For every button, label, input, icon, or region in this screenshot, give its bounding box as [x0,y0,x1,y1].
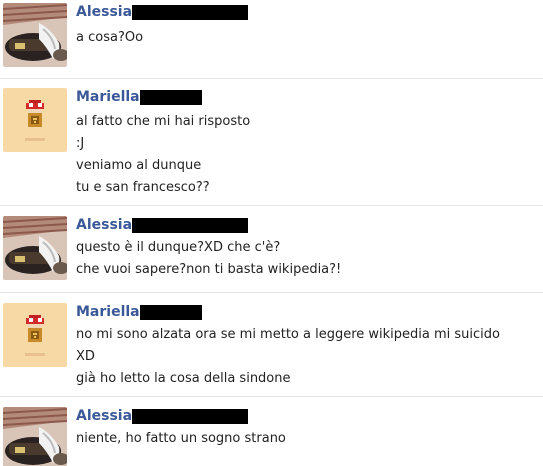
sender-name[interactable]: Mariella [76,304,533,321]
redacted-surname [132,5,248,20]
sender-name[interactable]: Alessia [76,4,533,21]
message-line: no mi sono alzata ora se mi metto a legg… [76,327,500,342]
message-line: :J [76,136,85,151]
message-line: tu e san francesco?? [76,180,210,195]
redacted-surname [132,409,248,424]
sender-first-name[interactable]: Mariella [76,89,140,105]
mario-mushroom-avatar[interactable] [3,88,67,152]
message-line: XD [76,349,95,364]
message-line: questo è il dunque?XD che c'è? [76,240,281,255]
message-item: Alessia questo è il dunque?XD che c'è? c… [0,206,543,293]
redacted-surname [140,90,202,105]
mario-mushroom-avatar[interactable] [3,303,67,367]
message-line: che vuoi sapere?non ti basta wikipedia?! [76,262,342,277]
message-line: a cosa?Oo [76,30,144,45]
chat-thread: Alessia a cosa?Oo Mariella al fatto che … [0,0,543,466]
alessia-avatar[interactable] [3,216,67,280]
sender-name[interactable]: Mariella [76,89,533,106]
message-line: veniamo al dunque [76,158,202,173]
sender-first-name[interactable]: Mariella [76,304,140,320]
message-item: Mariella no mi sono alzata ora se mi met… [0,293,543,397]
sender-first-name[interactable]: Alessia [76,4,132,20]
message-line: niente, ho fatto un sogno strano [76,431,286,446]
sender-first-name[interactable]: Alessia [76,217,132,233]
sender-first-name[interactable]: Alessia [76,408,132,424]
message-line: già ho letto la cosa della sindone [76,371,291,386]
message-line: al fatto che mi hai risposto [76,114,251,129]
redacted-surname [140,305,202,320]
alessia-avatar[interactable] [3,3,67,67]
message-item: Mariella al fatto che mi hai risposto :J… [0,79,543,206]
redacted-surname [132,218,248,233]
sender-name[interactable]: Alessia [76,408,533,425]
sender-name[interactable]: Alessia [76,217,533,234]
alessia-avatar[interactable] [3,407,67,466]
message-item: Alessia a cosa?Oo [0,0,543,79]
message-item: Alessia niente, ho fatto un sogno strano [0,397,543,466]
